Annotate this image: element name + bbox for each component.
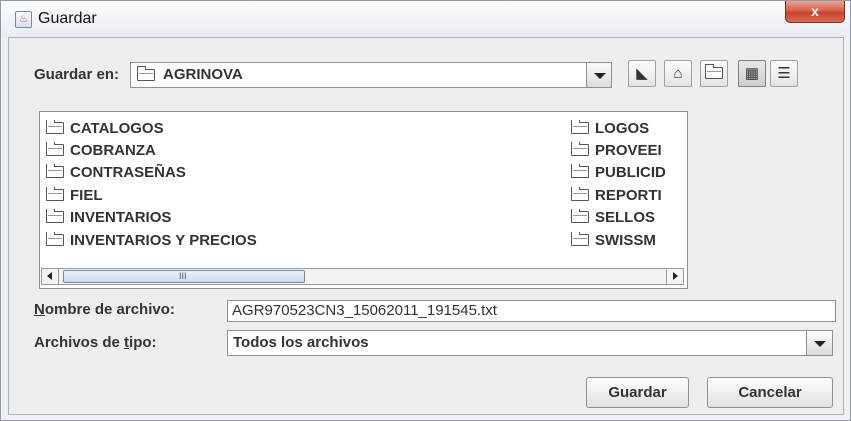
folder-icon bbox=[46, 142, 64, 156]
details-view-icon: ☰ bbox=[777, 65, 791, 82]
home-button[interactable]: ⌂ bbox=[664, 60, 692, 87]
details-view-button[interactable]: ☰ bbox=[770, 60, 798, 87]
filetype-value: Todos los archivos bbox=[233, 334, 369, 351]
look-in-dropdown[interactable]: AGRINOVA bbox=[130, 62, 590, 88]
chevron-down-icon bbox=[594, 73, 606, 79]
list-item[interactable]: SWISSM bbox=[571, 232, 684, 252]
up-folder-icon: ◣ bbox=[636, 65, 648, 82]
list-item[interactable]: COBRANZA bbox=[46, 142, 156, 162]
new-folder-icon bbox=[705, 64, 723, 79]
filename-label: Nombre de archivo: bbox=[34, 301, 175, 318]
look-in-value: AGRINOVA bbox=[163, 66, 243, 83]
chevron-down-icon bbox=[814, 341, 826, 347]
folder-icon bbox=[571, 164, 589, 178]
filetype-label: Archivos de tipo: bbox=[34, 334, 157, 351]
folder-icon bbox=[571, 120, 589, 134]
folder-icon bbox=[571, 142, 589, 156]
filetype-dropdown[interactable]: Todos los archivos bbox=[227, 330, 809, 356]
arrow-right-icon bbox=[673, 272, 678, 280]
folder-icon bbox=[46, 164, 64, 178]
list-item[interactable]: CONTRASEÑAS bbox=[46, 164, 186, 184]
list-item[interactable]: LOGOS bbox=[571, 120, 684, 140]
list-item[interactable]: INVENTARIOS bbox=[46, 209, 171, 229]
folder-icon bbox=[46, 120, 64, 134]
save-button[interactable]: Guardar bbox=[586, 377, 689, 408]
title-bar[interactable]: ♨ Guardar x bbox=[1, 1, 850, 37]
scrollbar-thumb[interactable]: III bbox=[63, 270, 305, 283]
list-view-button[interactable]: ▦ bbox=[738, 60, 766, 87]
java-app-icon: ♨ bbox=[15, 11, 32, 28]
folder-icon bbox=[137, 66, 155, 81]
new-folder-button[interactable] bbox=[700, 60, 728, 87]
look-in-dropdown-arrow[interactable] bbox=[586, 62, 612, 88]
folder-icon bbox=[571, 187, 589, 201]
look-in-label: Guardar en: bbox=[34, 66, 120, 83]
list-item[interactable]: REPORTI bbox=[571, 187, 684, 207]
list-view-icon: ▦ bbox=[744, 65, 760, 82]
up-one-level-button[interactable]: ◣ bbox=[628, 60, 656, 87]
filename-value: AGR970523CN3_15062011_191545.txt bbox=[232, 302, 497, 319]
list-item[interactable]: INVENTARIOS Y PRECIOS bbox=[46, 232, 257, 252]
list-item[interactable]: PUBLICID bbox=[571, 164, 684, 184]
dialog-body: Guardar en: AGRINOVA ◣ ⌂ ▦ ☰ CATALOGOS C… bbox=[8, 37, 844, 415]
list-item[interactable]: CATALOGOS bbox=[46, 120, 164, 140]
folder-icon bbox=[571, 232, 589, 246]
home-icon: ⌂ bbox=[673, 65, 683, 82]
list-item[interactable]: FIEL bbox=[46, 187, 103, 207]
arrow-left-icon bbox=[47, 272, 52, 280]
close-button[interactable]: x bbox=[785, 1, 845, 23]
list-item[interactable]: SELLOS bbox=[571, 209, 684, 229]
scroll-right-button[interactable] bbox=[666, 269, 683, 284]
filetype-dropdown-arrow[interactable] bbox=[806, 330, 833, 356]
folder-icon bbox=[571, 209, 589, 223]
horizontal-scrollbar[interactable]: III bbox=[41, 268, 684, 285]
folder-icon bbox=[46, 187, 64, 201]
cancel-button[interactable]: Cancelar bbox=[707, 377, 833, 408]
folder-icon bbox=[46, 232, 64, 246]
file-list[interactable]: CATALOGOS COBRANZA CONTRASEÑAS FIEL INVE… bbox=[39, 111, 688, 289]
window-title: Guardar bbox=[38, 10, 97, 27]
scrollbar-grip: III bbox=[179, 271, 187, 281]
list-item[interactable]: PROVEEI bbox=[571, 142, 684, 162]
folder-icon bbox=[46, 209, 64, 223]
scroll-left-button[interactable] bbox=[42, 269, 59, 284]
save-dialog: ♨ Guardar x Guardar en: AGRINOVA ◣ ⌂ ▦ ☰… bbox=[0, 0, 851, 421]
filename-input[interactable]: AGR970523CN3_15062011_191545.txt bbox=[227, 300, 836, 322]
